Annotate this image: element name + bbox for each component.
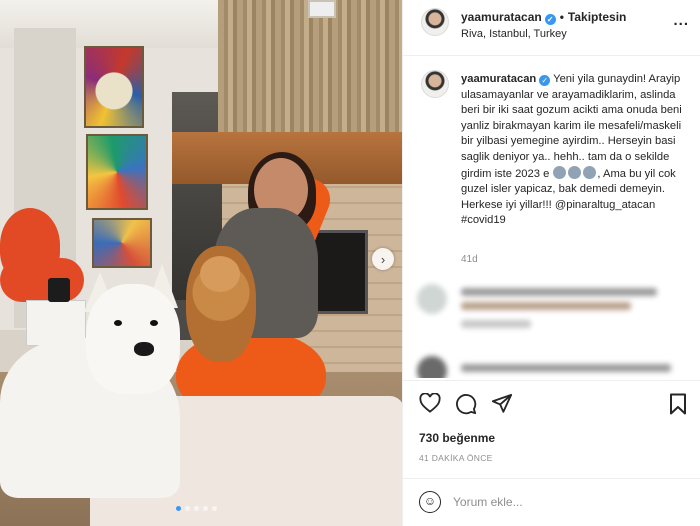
emoji-icon[interactable]: ☺ — [419, 491, 441, 513]
carousel-dot — [185, 506, 190, 511]
vent — [308, 0, 336, 18]
stone-wall — [218, 0, 402, 140]
post-panel: yaamuratacan ✓ • Takiptesin Riva, Istanbul,… — [402, 0, 700, 526]
white-dog — [0, 264, 186, 498]
next-slide-button[interactable]: › — [372, 248, 394, 270]
post-photo[interactable]: › — [0, 0, 402, 526]
blurred-comment — [417, 356, 687, 378]
chevron-right-icon: › — [380, 251, 386, 267]
post-header: yaamuratacan ✓ • Takiptesin Riva, Istanbul,… — [403, 0, 700, 56]
pomeranian-face — [200, 256, 240, 292]
more-options-icon[interactable]: ... — [673, 12, 689, 29]
emoji-icon — [583, 165, 597, 179]
caption-text: Yeni yila gunaydin! Arayip ulasamayanlar… — [461, 73, 682, 180]
painting — [92, 218, 152, 268]
caption: yaamuratacan ✓ Yeni yila gunaydin! Arayip… — [461, 72, 693, 229]
carousel-dot — [194, 506, 199, 511]
painting — [86, 134, 148, 210]
bookmark-icon[interactable] — [669, 393, 687, 415]
heart-icon[interactable] — [419, 393, 441, 413]
carousel-dots — [176, 506, 217, 511]
header-username-row: yaamuratacan ✓ • Takiptesin — [461, 10, 626, 25]
location-link[interactable]: Riva, Istanbul, Turkey — [461, 28, 567, 40]
avatar[interactable] — [421, 70, 449, 98]
carousel-dot — [212, 506, 217, 511]
post-timestamp: 41 DAKİKA ÖNCE — [419, 453, 493, 463]
emoji-icon — [553, 165, 567, 179]
following-button[interactable]: Takiptesin — [568, 10, 626, 24]
verified-icon: ✓ — [539, 75, 551, 86]
verified-icon: ✓ — [544, 14, 556, 25]
like-count[interactable]: 730 beğenme — [419, 431, 495, 445]
separator: • — [559, 10, 564, 24]
username-link[interactable]: yaamuratacan — [461, 10, 542, 24]
share-icon[interactable] — [491, 393, 513, 415]
comment-icon[interactable] — [455, 393, 477, 415]
emoji-icon — [568, 165, 582, 179]
avatar[interactable] — [421, 8, 449, 36]
carousel-dot — [176, 506, 181, 511]
painting — [84, 46, 144, 128]
caption-username[interactable]: yaamuratacan — [461, 73, 536, 85]
caption-time: 41d — [461, 254, 478, 265]
comments-section: yaamuratacan ✓ Yeni yila gunaydin! Arayip… — [403, 56, 700, 378]
post-actions: 730 beğenme 41 DAKİKA ÖNCE — [403, 380, 700, 480]
comment-bar: ☺ — [403, 478, 700, 526]
comment-input[interactable] — [453, 491, 653, 513]
carousel-dot — [203, 506, 208, 511]
blurred-comment — [417, 284, 687, 334]
